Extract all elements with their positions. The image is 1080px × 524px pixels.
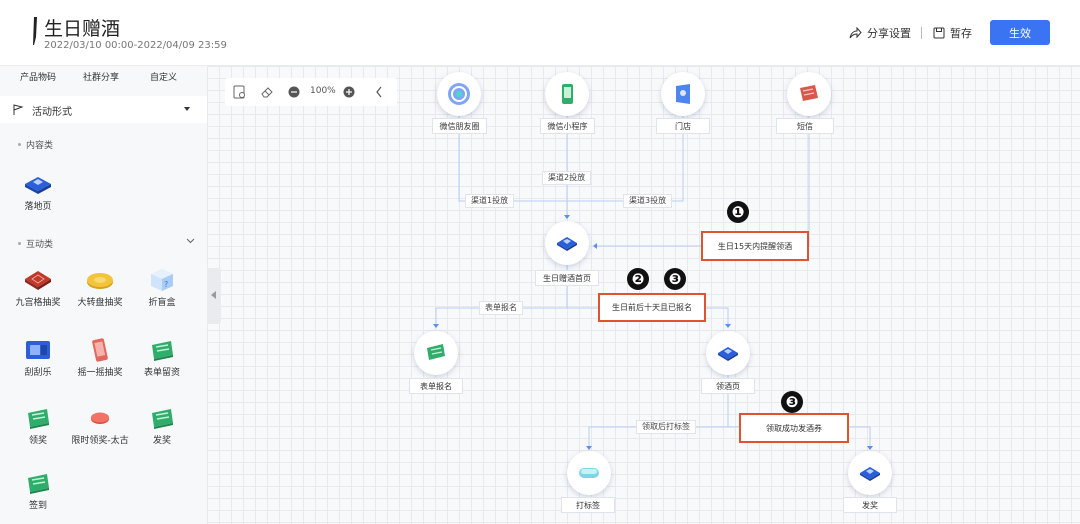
edge-label-channel-3[interactable]: 渠道3投放 — [623, 194, 673, 208]
condition-label: 领取成功发酒券 — [766, 423, 822, 433]
landing-page-icon — [557, 237, 577, 251]
edge-label-channel-2[interactable]: 渠道2投放 — [542, 171, 592, 185]
annotation-badge-3b: ❸ — [781, 391, 803, 413]
node-label-give-prize: 发奖 — [843, 497, 897, 513]
node-label-store: 门店 — [656, 118, 710, 134]
annotation-badge-3: ❸ — [664, 268, 686, 290]
edge-label-form-signup[interactable]: 表单报名 — [479, 301, 523, 315]
condition-label: 生日前后十天且已报名 — [612, 303, 692, 312]
node-label-wechat-moments: 微信朋友圈 — [432, 118, 487, 134]
form-icon — [427, 344, 445, 360]
store-icon — [676, 84, 690, 104]
node-sms[interactable] — [787, 72, 831, 116]
node-label-form-signup: 表单报名 — [409, 378, 463, 394]
annotation-badge-2: ❷ — [627, 268, 649, 290]
sms-icon — [800, 85, 818, 101]
node-give-prize[interactable] — [848, 451, 892, 495]
condition-birthday-remind[interactable]: 生日15天内提醒领酒 — [701, 231, 809, 261]
condition-claim-success[interactable]: 领取成功发酒券 — [739, 413, 849, 443]
node-label-birthday-home: 生日赠酒首页 — [535, 270, 599, 286]
node-label-add-tag: 打标签 — [561, 497, 615, 513]
edge-label-tag-after-claim[interactable]: 领取后打标签 — [636, 420, 696, 434]
node-label-sms: 短信 — [776, 118, 834, 134]
node-wechat-moments[interactable] — [437, 72, 481, 116]
node-store[interactable] — [661, 72, 705, 116]
condition-label: 生日15天内提醒领酒 — [717, 241, 793, 251]
landing-page-icon — [718, 347, 738, 361]
node-claim-wine-page[interactable] — [706, 331, 750, 375]
node-wechat-mini-program[interactable] — [545, 72, 589, 116]
edge-label-channel-1[interactable]: 渠道1投放 — [465, 194, 515, 208]
mini-program-icon — [562, 84, 573, 104]
condition-before-after-signed[interactable]: 生日前后十天且已报名 — [598, 293, 706, 322]
tag-icon — [579, 468, 599, 478]
node-form-signup[interactable] — [414, 331, 458, 375]
landing-page-icon — [860, 467, 880, 481]
node-add-tag[interactable] — [567, 451, 611, 495]
annotation-badge-1: ❶ — [727, 201, 749, 223]
node-label-claim-wine-page: 领酒页 — [701, 378, 755, 394]
node-birthday-home[interactable] — [545, 221, 589, 265]
wechat-moments-icon — [448, 83, 470, 105]
node-label-mini-program: 微信小程序 — [540, 118, 595, 134]
flow-connectors — [433, 114, 873, 450]
